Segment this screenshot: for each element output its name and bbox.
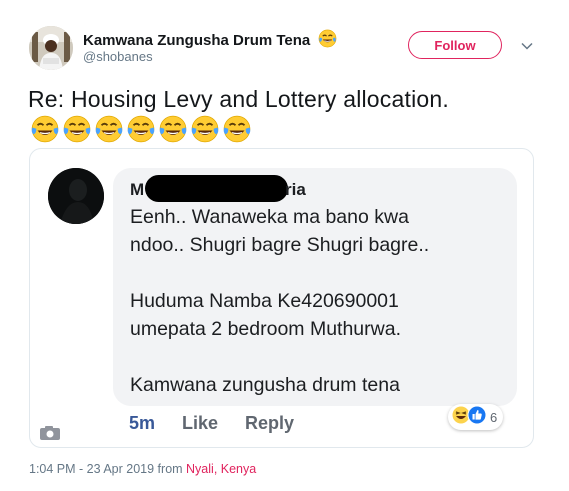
tears-of-joy-icon [158, 114, 188, 149]
comment-like: Like [182, 413, 219, 433]
follow-button[interactable]: Follow [408, 31, 502, 59]
redaction-bar [145, 175, 288, 202]
tweet-card: Kamwana Zungusha Drum Tena @shobanes Fol… [0, 0, 569, 491]
comment-line: ndoo.. Shugri bagre Shugri bagre.. [130, 234, 430, 256]
like-reaction-icon [467, 405, 487, 430]
comment-actions: 5m Like Reply [129, 413, 321, 434]
comment-bubble: M ria Eenh.. Wanaweka ma bano kwa ndoo..… [113, 168, 517, 406]
display-name-text[interactable]: Kamwana Zungusha Drum Tena [83, 32, 310, 49]
tears-of-joy-icon [62, 114, 92, 149]
comment-body: Eenh.. Wanaweka ma bano kwa ndoo.. Shugr… [130, 203, 510, 399]
user-avatar[interactable] [29, 26, 73, 70]
tweet-emoji-row [30, 114, 252, 149]
tweet-timestamp[interactable]: 1:04 PM - 23 Apr 2019 from [29, 462, 186, 476]
comment-time: 5m [129, 413, 156, 433]
tears-of-joy-icon [190, 114, 220, 149]
commenter-name-start: M [130, 180, 145, 199]
tweet-footer: 1:04 PM - 23 Apr 2019 from Nyali, Kenya [29, 462, 256, 476]
embedded-image[interactable]: M ria Eenh.. Wanaweka ma bano kwa ndoo..… [29, 148, 534, 448]
tears-of-joy-icon [222, 114, 252, 149]
user-handle[interactable]: @shobanes [83, 49, 153, 64]
tears-of-joy-icon [318, 29, 337, 52]
tweet-text: Re: Housing Levy and Lottery allocation. [28, 86, 449, 112]
tears-of-joy-icon [30, 114, 60, 149]
tweet-location[interactable]: Nyali, Kenya [186, 462, 256, 476]
commenter-avatar [48, 168, 104, 224]
commenter-name-end: ria [285, 180, 306, 199]
reaction-count: 6 [490, 409, 498, 425]
comment-reply: Reply [245, 413, 295, 433]
comment-line: Huduma Namba Ke420690001 [130, 290, 399, 312]
reaction-summary: 6 [448, 404, 504, 430]
tears-of-joy-icon [94, 114, 124, 149]
chevron-down-icon[interactable] [520, 39, 534, 53]
comment-line: Kamwana zungusha drum tena [130, 374, 400, 396]
tears-of-joy-icon [126, 114, 156, 149]
comment-line: Eenh.. Wanaweka ma bano kwa [130, 206, 409, 228]
camera-icon [39, 425, 61, 446]
comment-line: umepata 2 bedroom Muthurwa. [130, 318, 401, 340]
